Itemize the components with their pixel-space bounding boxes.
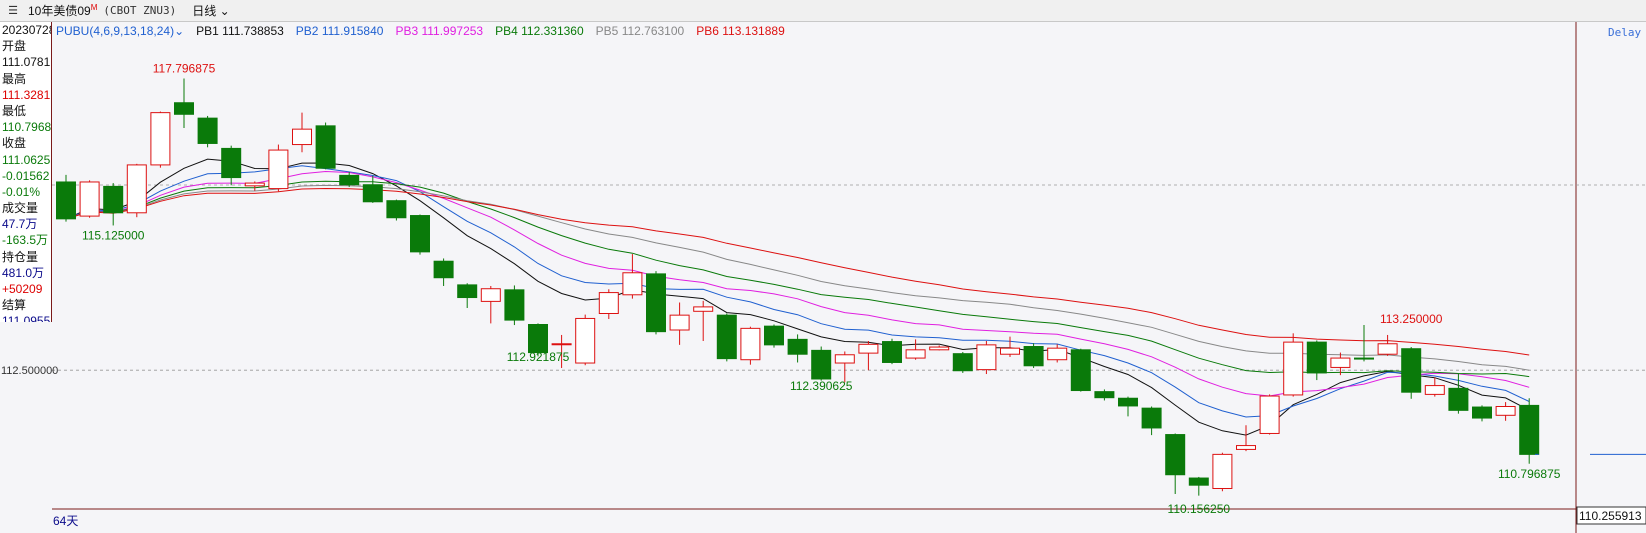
- candle-body: [1094, 391, 1115, 399]
- candle-body: [1377, 343, 1398, 355]
- legend-value: 111.915840: [321, 24, 384, 38]
- legend-name: PB2: [295, 24, 319, 38]
- candle-body: [244, 182, 265, 187]
- candle-body: [1495, 405, 1516, 416]
- candle-body: [504, 289, 525, 321]
- candle-body: [386, 200, 407, 219]
- candle-body: [1023, 346, 1044, 367]
- candle-body: [433, 260, 454, 279]
- candle-body: [834, 354, 855, 364]
- legend-item-pb2: PB2 111.915840: [296, 24, 384, 38]
- legend-item-pb6: PB6 113.131889: [696, 24, 785, 38]
- candle-body: [1448, 387, 1469, 411]
- candle-body: [457, 284, 478, 299]
- candle-body: [1401, 348, 1422, 393]
- indicator-selector[interactable]: PUBU(4,6,9,13,18,24)⌄: [56, 24, 184, 38]
- candle-body: [292, 128, 312, 146]
- candle-body: [268, 149, 289, 190]
- legend-name: PB6: [696, 24, 719, 38]
- candle-body: [1212, 453, 1233, 489]
- chevron-down-icon: ⌄: [174, 24, 185, 38]
- legend-value: 112.763100: [621, 24, 685, 38]
- candle-body: [1519, 404, 1540, 455]
- candle-body: [174, 102, 194, 115]
- candle-body: [1141, 407, 1162, 429]
- candle-body: [1165, 434, 1186, 476]
- candle-body: [339, 174, 360, 186]
- candle-body: [575, 317, 596, 364]
- candle-body: [646, 273, 666, 333]
- extreme-annotation: 110.156250: [1168, 502, 1231, 516]
- candle-body: [103, 185, 124, 214]
- candle-body: [1472, 406, 1492, 419]
- candle-body: [716, 314, 737, 360]
- legend-name: PB4: [495, 24, 518, 38]
- candle-body: [1259, 395, 1280, 434]
- indicator-legend: PUBU(4,6,9,13,18,24)⌄ PB1 111.738853 PB2…: [56, 24, 785, 38]
- candle-body: [905, 349, 926, 359]
- candle-body: [693, 306, 714, 312]
- candle-body: [551, 343, 572, 346]
- legend-value: 111.997253: [421, 24, 484, 38]
- candle-body: [882, 341, 902, 363]
- extreme-annotation: 115.125000: [82, 229, 145, 243]
- candle-body: [315, 125, 336, 169]
- candle-body: [598, 292, 619, 314]
- legend-item-pb1: PB1 111.738853: [196, 24, 284, 38]
- legend-item-pb5: PB5 112.763100: [596, 24, 685, 38]
- candle-body: [1070, 349, 1091, 392]
- candle-body: [669, 314, 690, 331]
- candle-body: [410, 215, 430, 253]
- candle-body: [1047, 347, 1068, 361]
- candle-body: [1283, 341, 1304, 396]
- right-axis-value: 110.255913: [1579, 509, 1642, 523]
- indicator-name: PUBU(4,6,9,13,18,24): [56, 24, 175, 38]
- bar-count-label: 64天: [53, 514, 78, 528]
- candle-body: [79, 181, 100, 217]
- legend-name: PB5: [595, 24, 619, 38]
- extreme-annotation: 113.250000: [1380, 312, 1443, 326]
- extreme-annotation: 110.796875: [1498, 467, 1561, 481]
- candle-body: [811, 349, 832, 380]
- delay-label: Delay: [1608, 26, 1642, 39]
- candle-body: [1354, 357, 1374, 360]
- candle-body: [929, 346, 950, 351]
- y-tick-label: 112.500000: [1, 365, 58, 377]
- candle-body: [221, 147, 242, 179]
- candle-body: [976, 344, 997, 371]
- legend-name: PB1: [196, 24, 219, 38]
- candle-body: [1424, 385, 1445, 395]
- legend-name: PB3: [395, 24, 419, 38]
- extreme-annotation: 112.921875: [507, 350, 570, 364]
- candle-body: [764, 325, 784, 346]
- candle-body: [1188, 477, 1209, 486]
- candle-body: [952, 353, 973, 372]
- candle-body: [362, 184, 383, 203]
- candle-body: [1118, 397, 1138, 407]
- candle-body: [150, 112, 171, 166]
- candle-body: [480, 288, 501, 302]
- candle-body: [528, 324, 548, 354]
- candle-body: [787, 338, 808, 355]
- legend-item-pb4: PB4 112.331360: [495, 24, 584, 38]
- legend-value: 113.131889: [722, 24, 785, 38]
- candle-body: [1306, 341, 1327, 374]
- candlestick-chart[interactable]: 112.500000 117.796875 115.125000 112.921875…: [0, 0, 1646, 533]
- legend-value: 111.738853: [222, 24, 284, 38]
- candle-body: [197, 117, 218, 144]
- extreme-annotation: 112.390625: [790, 379, 853, 393]
- candle-body: [126, 164, 147, 214]
- candle-body: [858, 343, 879, 354]
- extreme-annotation: 117.796875: [153, 62, 216, 76]
- legend-value: 112.331360: [521, 24, 584, 38]
- candle-body: [1330, 357, 1351, 368]
- candle-body: [622, 272, 643, 296]
- candle-body: [1000, 347, 1020, 355]
- candle-body: [740, 327, 761, 361]
- plot-area: [52, 22, 1576, 509]
- candle-body: [56, 181, 76, 220]
- candle-body: [1236, 445, 1256, 450]
- legend-item-pb3: PB3 111.997253: [395, 24, 483, 38]
